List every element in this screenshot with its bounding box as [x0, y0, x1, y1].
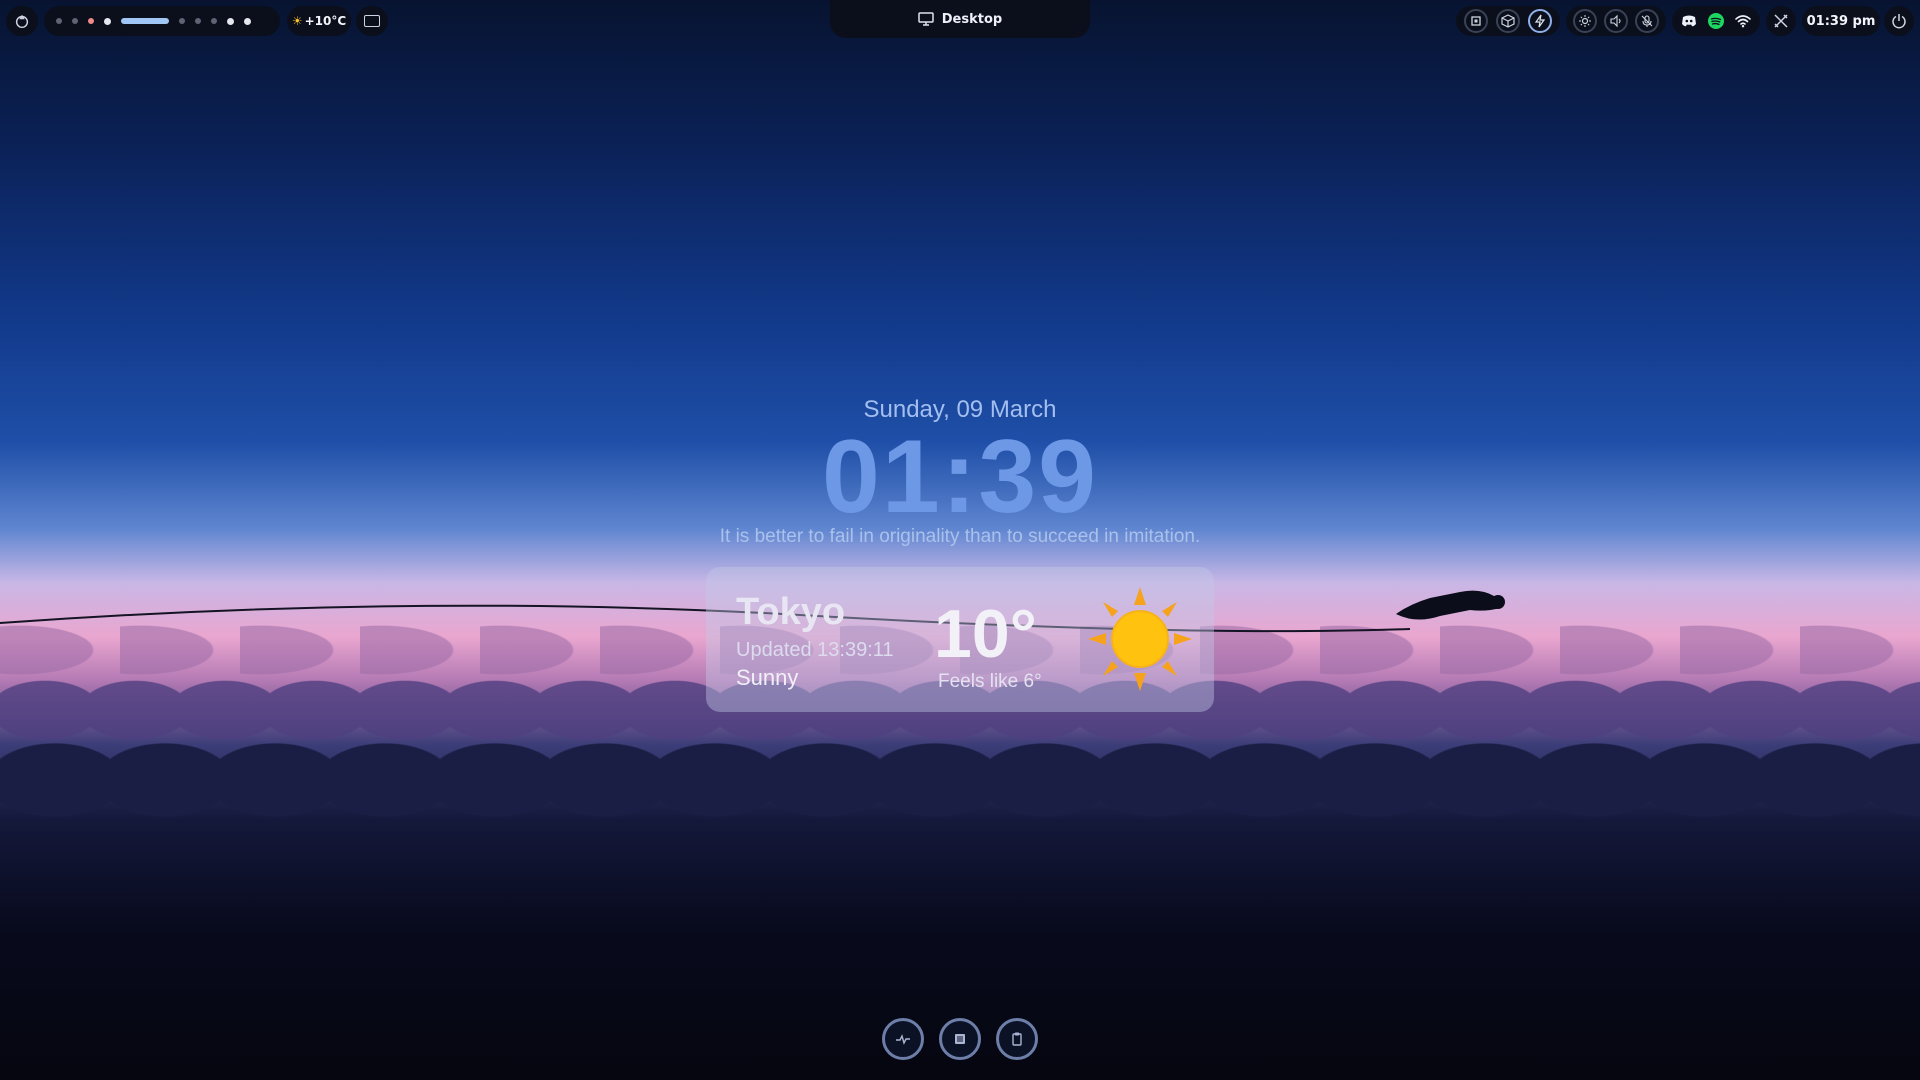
package-icon[interactable]: [1496, 9, 1520, 33]
workspace-1[interactable]: [56, 18, 62, 24]
sun-icon: ☀: [291, 14, 303, 28]
power-bolt-icon[interactable]: [1528, 9, 1552, 33]
workspace-5[interactable]: [121, 18, 169, 24]
topbar-clock-label: 01:39 pm: [1806, 13, 1876, 29]
big-clock: 01:39: [822, 419, 1098, 535]
weather-card: Tokyo Updated 13:39:11 Sunny 10° Feels l…: [706, 567, 1214, 712]
workspace-10[interactable]: [244, 17, 251, 25]
tools-button[interactable]: [1766, 6, 1796, 36]
controls-group: [1566, 6, 1666, 36]
weather-temperature: 10°: [934, 596, 1037, 672]
weather-temp-label: +10°C: [304, 14, 347, 28]
power-button[interactable]: [1884, 6, 1914, 36]
sun-icon: [1088, 587, 1192, 691]
workspace-switcher: [44, 6, 280, 36]
cloud-layer-front: [0, 700, 1920, 840]
workspace-8[interactable]: [211, 18, 217, 24]
brightness-icon[interactable]: [1573, 9, 1598, 33]
volume-icon[interactable]: [1603, 9, 1628, 33]
workspace-9[interactable]: [227, 17, 234, 25]
launcher-button[interactable]: [6, 6, 38, 36]
tasks-icon: [955, 1034, 965, 1044]
workspace-7[interactable]: [195, 18, 201, 24]
window-title-label: Desktop: [941, 11, 1003, 27]
mic-muted-icon[interactable]: [1634, 9, 1659, 33]
workspace-2[interactable]: [72, 18, 78, 24]
clipboard-icon: [1012, 1032, 1022, 1046]
weather-updated: Updated 13:39:11: [736, 639, 894, 661]
topbar-clock[interactable]: 01:39 pm: [1802, 6, 1880, 36]
spotify-icon[interactable]: [1707, 12, 1725, 30]
weather-condition: Sunny: [736, 665, 799, 690]
wifi-icon[interactable]: [1734, 12, 1752, 30]
weather-feels-like: Feels like 6°: [938, 671, 1042, 692]
dock-clipboard-button[interactable]: [996, 1018, 1038, 1060]
active-window-title: Desktop: [830, 0, 1090, 38]
system-monitor-group: [1456, 6, 1560, 36]
workspace-4[interactable]: [104, 17, 111, 25]
cpu-icon[interactable]: [1464, 9, 1488, 33]
monitor-icon: [918, 12, 934, 26]
activity-icon: [896, 1034, 910, 1045]
workspace-6[interactable]: [179, 18, 185, 24]
window-overview-button[interactable]: [356, 6, 388, 36]
quote-text: It is better to fail in originality than…: [719, 526, 1201, 547]
weather-widget[interactable]: ☀ +10°C: [287, 6, 351, 36]
power-icon: [1890, 12, 1908, 30]
system-tray: [1672, 6, 1760, 36]
discord-icon[interactable]: [1680, 12, 1698, 30]
weather-city: Tokyo: [736, 591, 846, 633]
arch-logo-icon: [13, 12, 31, 30]
tools-icon: [1772, 12, 1790, 30]
window-icon: [364, 15, 380, 27]
dock-activity-button[interactable]: [882, 1018, 924, 1060]
dock-tasks-button[interactable]: [939, 1018, 981, 1060]
floating-figure: [1396, 590, 1505, 620]
workspace-3[interactable]: [88, 18, 94, 24]
